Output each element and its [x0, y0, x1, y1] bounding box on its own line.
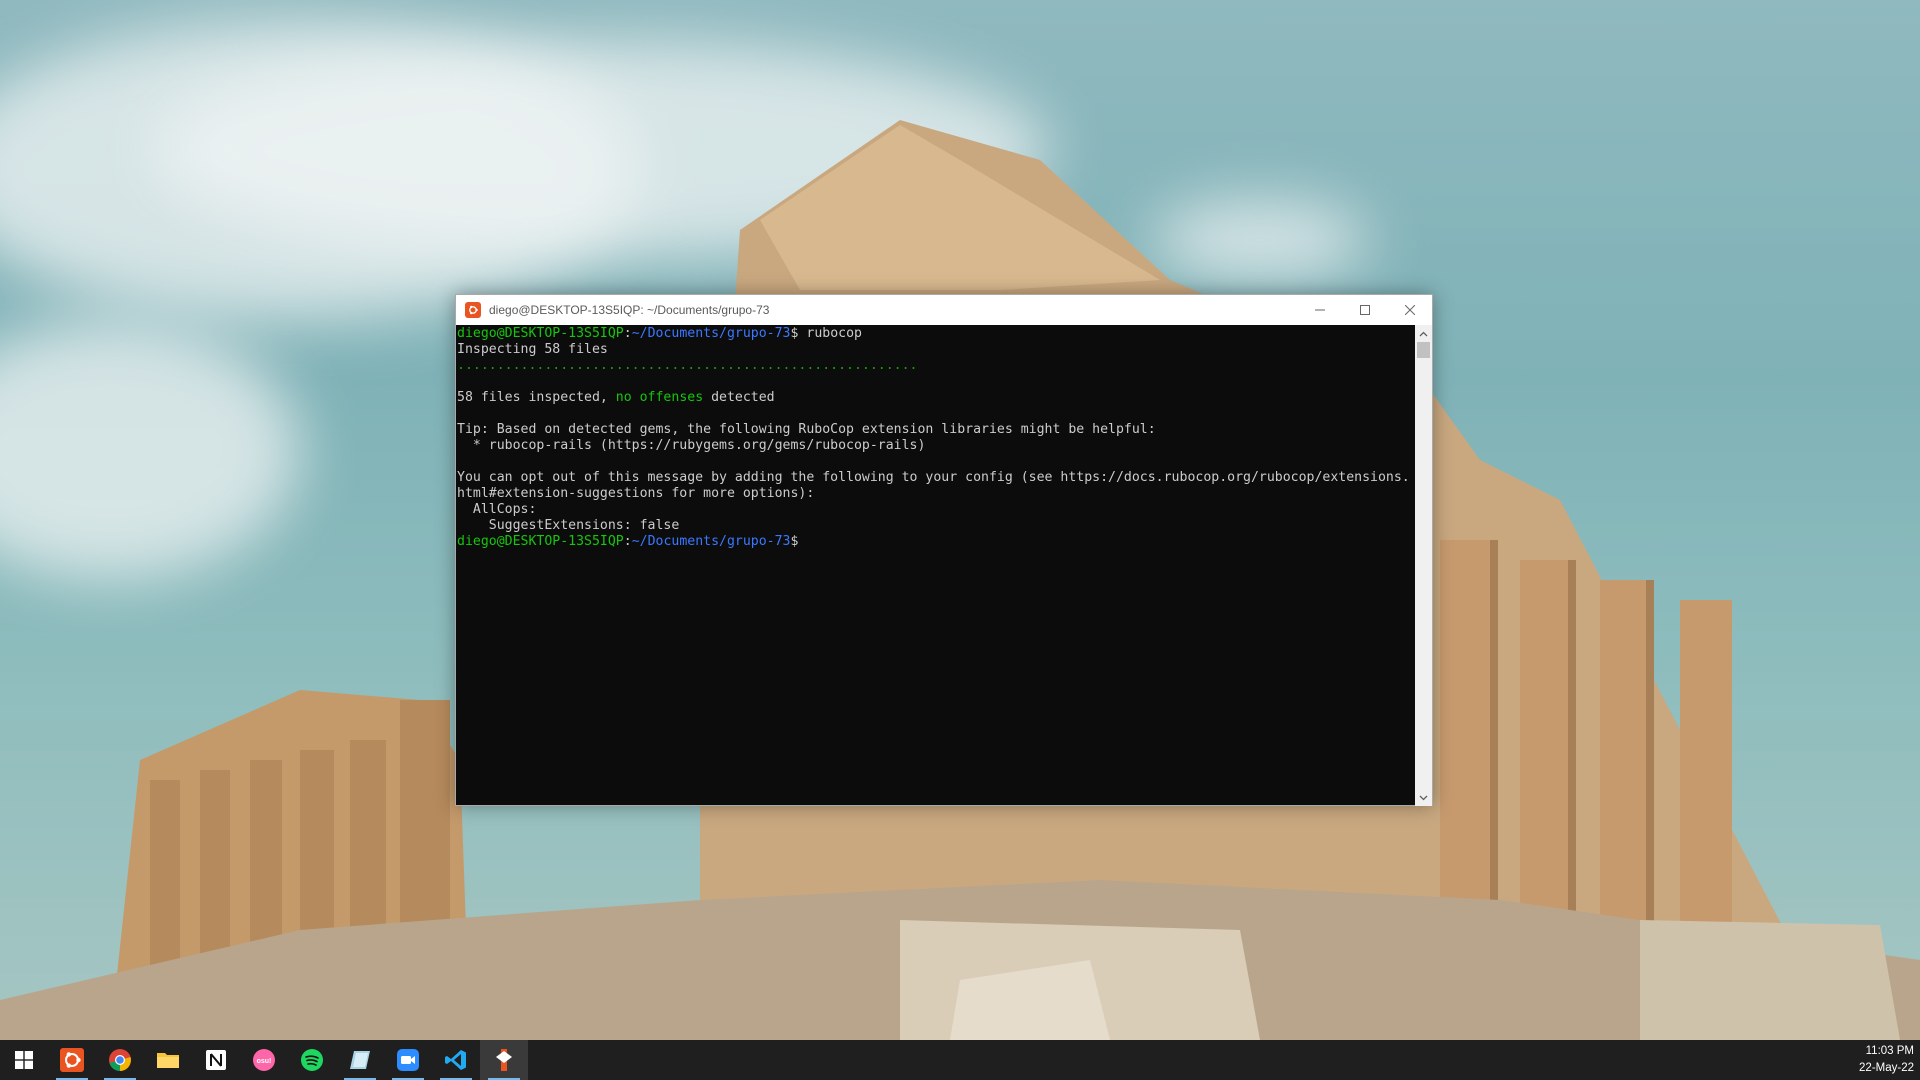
- chevron-down-icon: [1419, 795, 1428, 800]
- taskbar-zoom[interactable]: [384, 1040, 432, 1080]
- taskbar-notion[interactable]: [192, 1040, 240, 1080]
- tip-item: * rubocop-rails (https://rubygems.org/ge…: [457, 438, 926, 453]
- summary-line: 58 files inspected, no offenses detected: [457, 390, 1415, 406]
- maximize-button[interactable]: [1342, 295, 1387, 325]
- scroll-down-button[interactable]: [1415, 789, 1432, 806]
- chrome-icon: [109, 1049, 131, 1071]
- clock-time: 11:03 PM: [1865, 1045, 1914, 1057]
- clock-date: 22-May-22: [1859, 1062, 1914, 1074]
- prompt-user: diego@DESKTOP-13S5IQP: [457, 326, 624, 341]
- ubuntu-icon: [60, 1048, 84, 1072]
- summary-post: detected: [703, 390, 775, 405]
- terminal-output[interactable]: diego@DESKTOP-13S5IQP:~/Documents/grupo-…: [456, 325, 1416, 806]
- taskbar-osu[interactable]: osu!: [240, 1040, 288, 1080]
- prompt-path: ~/Documents/grupo-73: [631, 326, 791, 341]
- scroll-up-button[interactable]: [1415, 325, 1432, 342]
- minimize-icon: [1314, 309, 1325, 311]
- optout-line-2: html#extension-suggestions for more opti…: [457, 486, 815, 501]
- summary-pre: 58 files inspected,: [457, 390, 616, 405]
- svg-text:osu!: osu!: [257, 1058, 272, 1065]
- config-line-2: SuggestExtensions: false: [457, 518, 680, 533]
- scroll-thumb[interactable]: [1417, 342, 1430, 358]
- taskbar-file-explorer[interactable]: [144, 1040, 192, 1080]
- tip-line: Tip: Based on detected gems, the followi…: [457, 422, 1156, 437]
- prompt-sign: $: [790, 534, 799, 549]
- inspecting-line: Inspecting 58 files: [457, 342, 608, 357]
- title-bar[interactable]: diego@DESKTOP-13S5IQP: ~/Documents/grupo…: [456, 295, 1432, 325]
- vscode-icon: [445, 1050, 466, 1070]
- taskbar-spotify[interactable]: [288, 1040, 336, 1080]
- config-line-1: AllCops:: [457, 502, 537, 517]
- zoom-icon: [397, 1049, 419, 1071]
- command-line: diego@DESKTOP-13S5IQP:~/Documents/grupo-…: [457, 326, 862, 341]
- optout-line-1: You can opt out of this message by addin…: [457, 470, 1410, 485]
- summary-ok: no offenses: [615, 390, 704, 405]
- start-button[interactable]: [0, 1040, 48, 1080]
- minimize-button[interactable]: [1297, 295, 1342, 325]
- system-clock[interactable]: 11:03 PM 22-May-22: [1840, 1040, 1920, 1080]
- taskbar-ubuntu[interactable]: [48, 1040, 96, 1080]
- notion-icon: [206, 1050, 226, 1070]
- active-app-icon: [496, 1049, 512, 1071]
- close-icon: [1404, 305, 1415, 315]
- taskbar-app[interactable]: [336, 1040, 384, 1080]
- taskbar-vscode[interactable]: [432, 1040, 480, 1080]
- current-prompt[interactable]: diego@DESKTOP-13S5IQP:~/Documents/grupo-…: [457, 534, 1415, 550]
- window-title: diego@DESKTOP-13S5IQP: ~/Documents/grupo…: [489, 303, 770, 317]
- osu-icon: osu!: [253, 1049, 275, 1071]
- taskbar: osu! 11:03 PM 22-May-22: [0, 1040, 1920, 1080]
- prompt-path: ~/Documents/grupo-73: [631, 534, 791, 549]
- maximize-icon: [1359, 305, 1370, 315]
- progress-dots: ........................................…: [457, 358, 918, 373]
- windows-icon: [15, 1051, 33, 1069]
- prompt-user: diego@DESKTOP-13S5IQP: [457, 534, 624, 549]
- close-button[interactable]: [1387, 295, 1432, 325]
- ubuntu-icon: [465, 302, 481, 318]
- spotify-icon: [301, 1049, 323, 1071]
- taskbar-chrome[interactable]: [96, 1040, 144, 1080]
- command-text: rubocop: [798, 326, 862, 341]
- terminal-window[interactable]: diego@DESKTOP-13S5IQP: ~/Documents/grupo…: [455, 294, 1433, 806]
- chevron-up-icon: [1419, 331, 1428, 336]
- taskbar-active-app[interactable]: [480, 1040, 528, 1080]
- app-icon: [350, 1051, 370, 1069]
- vertical-scrollbar[interactable]: [1415, 325, 1432, 806]
- folder-icon: [157, 1053, 179, 1068]
